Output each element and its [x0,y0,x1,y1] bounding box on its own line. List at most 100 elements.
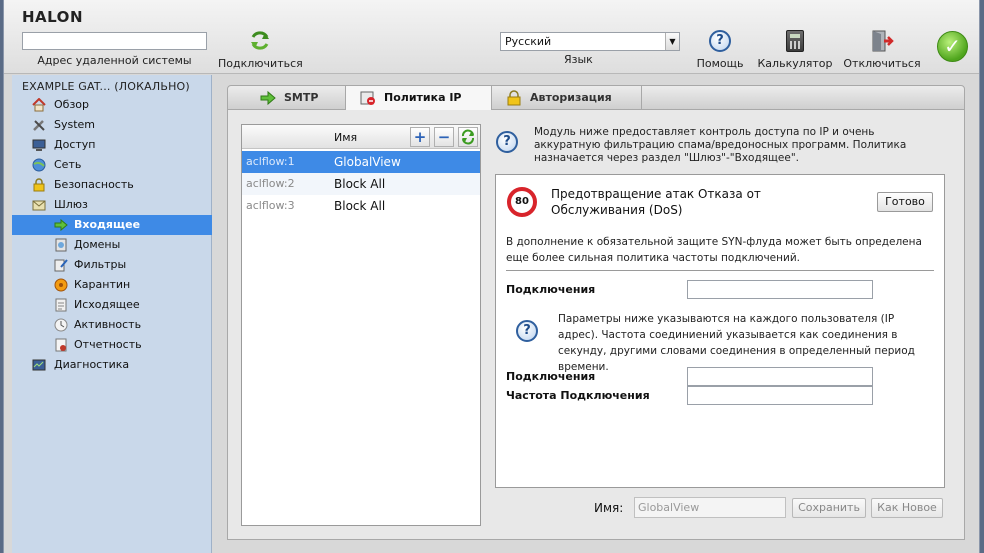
arrow-right-icon [54,218,68,232]
chevron-down-icon: ▼ [665,33,679,50]
module-description: Модуль ниже предоставляет контроль досту… [534,126,907,164]
language-select[interactable]: Русский ▼ [500,32,680,51]
sidebar-title: EXAMPLE GAT... (ЛОКАЛЬНО) [22,80,190,93]
refresh-button[interactable] [458,127,478,147]
help-icon: ? [709,30,731,52]
sidebar-item-domains[interactable]: Домены [12,235,212,255]
list-item[interactable]: aclflow:3 Block All [242,195,480,217]
speed-limit-icon: 80 [507,187,537,217]
calculator-label: Калькулятор [757,57,833,70]
diagnostics-icon [32,359,46,371]
language-value: Русский [505,35,552,48]
done-button[interactable]: Готово [877,192,933,212]
help-button[interactable]: ? Помощь [694,30,746,70]
save-button[interactable]: Сохранить [792,498,866,518]
tab-authorization[interactable]: Авторизация [492,86,642,110]
status-ok-icon[interactable]: ✓ [937,31,968,62]
tab-label: Политика IP [384,91,462,104]
sidebar-item-label: Безопасность [54,178,134,191]
sidebar-item-access[interactable]: Доступ [12,135,212,155]
list-header: Имя + − [242,125,480,149]
row-name: Block All [334,199,386,213]
sidebar-item-label: Исходящее [74,298,140,311]
connect-label: Подключиться [218,57,303,70]
remote-address-input[interactable] [22,32,207,50]
lock-icon [33,178,45,192]
calculator-icon [786,30,804,52]
sidebar-item-label: Диагностика [54,358,130,371]
remote-address-label: Адрес удаленной системы [37,54,192,67]
sidebar-item-security[interactable]: Безопасность [12,175,212,195]
sidebar-item-quarantine[interactable]: Карантин [12,275,212,295]
report-icon [55,338,67,352]
activity-icon [54,318,68,332]
halon-logo: HALON [22,8,83,26]
connection-rate-input[interactable] [687,386,873,405]
sidebar-item-gateway[interactable]: Шлюз [12,195,212,215]
sidebar-item-incoming[interactable]: Входящее [12,215,212,235]
sidebar-item-label: Входящее [74,218,141,231]
lock-icon [507,90,521,106]
sidebar-item-network[interactable]: Сеть [12,155,212,175]
connections-input[interactable] [687,280,873,299]
filters-icon [54,259,68,272]
disconnect-label: Отключиться [843,57,921,70]
help-label: Помощь [696,57,744,70]
name-label: Имя: [594,501,624,515]
sidebar-item-label: Активность [74,318,142,331]
save-as-new-button[interactable]: Как Новое [871,498,943,518]
top-toolbar: HALON Адрес удаленной системы Подключить… [4,0,979,74]
connections-per-user-input[interactable] [687,367,873,386]
sidebar-item-activity[interactable]: Активность [12,315,212,335]
sidebar-item-label: Фильтры [74,258,127,271]
info-icon: ? [516,320,538,342]
tab-label: SMTP [284,91,319,104]
content-area: Имя + − aclflow:1 GlobalView aclflow:2 B… [227,110,965,540]
row-name: GlobalView [334,155,401,169]
disconnect-button[interactable]: Отключиться [842,30,922,70]
panel-title: Предотвращение атак Отказа от Обслуживан… [551,187,761,217]
per-user-description: Параметры ниже указываются на каждого по… [558,313,915,373]
home-icon [32,98,46,112]
remove-button[interactable]: − [434,127,454,147]
row-name: Block All [334,177,386,191]
gateway-icon [32,200,46,211]
sidebar-item-diagnostics[interactable]: Диагностика [12,355,212,375]
sidebar-item-overview[interactable]: Обзор [12,95,212,115]
sidebar-item-label: Домены [74,238,121,251]
calculator-button[interactable]: Калькулятор [756,30,834,70]
sidebar-item-filters[interactable]: Фильтры [12,255,212,275]
sidebar-item-label: Карантин [74,278,131,291]
divider [506,270,934,271]
name-input[interactable]: GlobalView [634,497,786,518]
tools-icon [33,120,45,131]
tab-label: Авторизация [530,91,612,104]
list-item[interactable]: aclflow:1 GlobalView [242,151,480,173]
sidebar-item-label: Обзор [54,98,90,111]
connect-icon [251,31,269,50]
policy-list: Имя + − aclflow:1 GlobalView aclflow:2 B… [241,124,481,526]
connection-rate-label: Частота Подключения [506,389,650,402]
sidebar-item-outgoing[interactable]: Исходящее [12,295,212,315]
tab-smtp[interactable]: SMTP [246,86,346,110]
row-id: aclflow:3 [246,199,295,212]
outgoing-icon [55,298,67,312]
row-id: aclflow:2 [246,177,295,190]
sidebar-item-label: System [54,118,96,131]
biohazard-icon [54,278,68,292]
tab-ip-policy[interactable]: Политика IP [346,86,492,110]
connect-button[interactable]: Подключиться [218,30,303,70]
arrow-right-icon [260,90,276,106]
row-id: aclflow:1 [246,155,295,168]
column-header-name: Имя [334,131,358,144]
list-item[interactable]: aclflow:2 Block All [242,173,480,195]
sidebar-item-reports[interactable]: Отчетность [12,335,212,355]
monitor-icon [32,139,46,151]
connections-per-user-label: Подключения [506,370,596,383]
sidebar-item-system[interactable]: System [12,115,212,135]
sidebar-item-label: Шлюз [54,198,88,211]
add-button[interactable]: + [410,127,430,147]
sidebar-item-label: Отчетность [74,338,142,351]
panel-intro: В дополнение к обязательной защите SYN-ф… [506,236,922,264]
globe-icon [32,158,46,172]
